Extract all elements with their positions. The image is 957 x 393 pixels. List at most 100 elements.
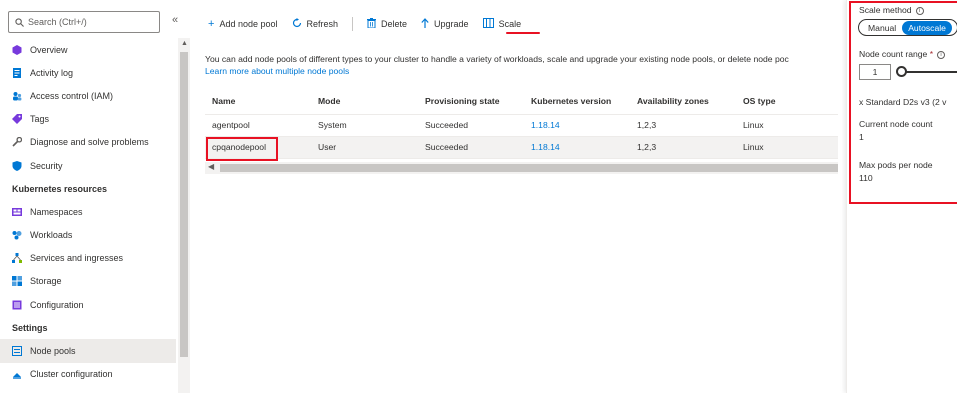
cell-name[interactable]: agentpool	[205, 114, 311, 137]
node-count-slider-handle[interactable]	[896, 66, 907, 77]
column-header-provisioning-state[interactable]: Provisioning state	[418, 88, 524, 115]
scroll-left-icon[interactable]: ◀	[208, 162, 214, 171]
sidebar-item-services[interactable]: Services and ingresses	[0, 247, 176, 270]
search-icon	[15, 17, 24, 27]
services-icon	[12, 253, 22, 264]
table-header-row: Name Mode Provisioning state Kubernetes …	[205, 88, 838, 115]
sidebar-item-workloads[interactable]: Workloads	[0, 224, 176, 247]
workloads-icon	[12, 230, 22, 240]
sidebar-item-node-pools[interactable]: Node pools	[0, 339, 176, 363]
table-row[interactable]: agentpool System Succeeded 1.18.14 1,2,3…	[205, 114, 838, 137]
namespaces-icon	[12, 207, 22, 217]
column-header-kubernetes-version[interactable]: Kubernetes version	[524, 88, 630, 115]
section-kubernetes-resources: Kubernetes resources	[12, 183, 108, 194]
configuration-icon	[12, 300, 22, 310]
cell-kubernetes-version[interactable]: 1.18.14	[524, 136, 630, 159]
scale-method-manual-option[interactable]: Manual	[862, 21, 902, 35]
info-icon[interactable]: i	[915, 6, 924, 15]
column-header-os-type[interactable]: OS type	[736, 88, 838, 115]
sidebar-item-storage[interactable]: Storage	[0, 270, 176, 293]
scale-annotation-underline	[506, 32, 540, 34]
sidebar-item-label: Activity log	[30, 67, 74, 78]
sidebar-item-namespaces[interactable]: Namespaces	[0, 200, 176, 223]
sidebar-item-diagnose[interactable]: Diagnose and solve problems	[0, 131, 176, 154]
section-settings: Settings	[12, 322, 48, 333]
access-control-icon	[12, 91, 22, 101]
sidebar-item-configuration[interactable]: Configuration	[0, 293, 176, 316]
scale-icon	[482, 18, 494, 30]
sidebar-item-overview[interactable]: Overview	[0, 38, 176, 61]
sidebar-item-label: Diagnose and solve problems	[30, 137, 149, 148]
shield-icon	[12, 160, 22, 171]
overview-icon	[12, 44, 22, 55]
node-pools-table: Name Mode Provisioning state Kubernetes …	[205, 88, 838, 159]
learn-more-link[interactable]: Learn more about multiple node pools	[205, 66, 349, 76]
cell-mode: User	[311, 136, 418, 159]
cluster-configuration-icon	[12, 369, 22, 380]
sidebar-item-label: Services and ingresses	[30, 253, 124, 264]
sidebar-item-label: Tags	[30, 114, 50, 125]
sidebar-item-label: Overview	[30, 44, 68, 55]
tag-icon	[12, 114, 22, 125]
scale-button[interactable]: Scale	[482, 18, 522, 30]
node-count-slider-track[interactable]	[902, 71, 957, 73]
delete-button[interactable]: Delete	[367, 18, 407, 30]
refresh-button[interactable]: Refresh	[292, 18, 339, 30]
scale-method-autoscale-option[interactable]: Autoscale	[902, 20, 952, 35]
sidebar-item-label: Configuration	[30, 299, 84, 310]
sidebar-item-access-control[interactable]: Access control (IAM)	[0, 84, 176, 107]
sidebar-item-label: Namespaces	[30, 206, 83, 217]
upgrade-button[interactable]: Upgrade	[421, 18, 469, 30]
selected-row-annotation-box	[206, 137, 278, 161]
sidebar-item-label: Workloads	[30, 230, 73, 241]
sidebar-item-activity-log[interactable]: Activity log	[0, 61, 176, 84]
sidebar-item-label: Storage	[30, 276, 62, 287]
scale-label: Scale	[498, 19, 522, 29]
refresh-label: Refresh	[306, 19, 339, 29]
page-description: You can add node pools of different type…	[205, 54, 789, 64]
sidebar-item-label: Access control (IAM)	[30, 90, 114, 101]
sidebar-item-label: Security	[30, 160, 63, 171]
cell-kubernetes-version[interactable]: 1.18.14	[524, 114, 630, 137]
column-header-availability-zones[interactable]: Availability zones	[630, 88, 736, 115]
upgrade-label: Upgrade	[434, 19, 469, 29]
sidebar-scrollbar-thumb[interactable]	[180, 52, 188, 357]
toolbar-divider	[352, 17, 354, 31]
activity-log-icon	[12, 67, 22, 78]
scale-method-toggle[interactable]: Manual Autoscale	[858, 19, 957, 36]
node-count-range-label: Node count range * i	[859, 49, 946, 59]
sidebar-nav: Overview Activity log Access control (IA…	[0, 38, 176, 386]
search-input[interactable]	[28, 17, 153, 27]
current-node-count-value: 1	[859, 132, 864, 142]
plus-icon: +	[208, 18, 215, 30]
add-node-pool-button[interactable]: + Add node pool	[208, 18, 278, 30]
column-header-name[interactable]: Name	[205, 88, 311, 115]
add-node-pool-label: Add node pool	[219, 19, 278, 29]
arrow-up-icon	[421, 18, 429, 30]
sidebar-item-label: Cluster configuration	[30, 369, 113, 380]
required-marker: *	[929, 49, 934, 59]
sidebar-item-security[interactable]: Security	[0, 154, 176, 177]
cell-availability-zones: 1,2,3	[630, 114, 736, 137]
sidebar-item-cluster-configuration[interactable]: Cluster configuration	[0, 363, 176, 386]
refresh-icon	[292, 18, 302, 30]
sidebar-item-label: Node pools	[30, 346, 76, 357]
info-icon[interactable]: i	[937, 50, 946, 59]
node-count-min-input[interactable]	[859, 64, 891, 80]
cell-provisioning-state: Succeeded	[418, 136, 524, 159]
cell-provisioning-state: Succeeded	[418, 114, 524, 137]
sidebar: « Overview Activity log Access control (…	[0, 0, 192, 393]
cell-mode: System	[311, 114, 418, 137]
current-node-count-label: Current node count	[859, 119, 933, 129]
max-pods-value: 110	[859, 173, 873, 183]
cell-os-type: Linux	[736, 136, 838, 159]
sidebar-item-tags[interactable]: Tags	[0, 108, 176, 131]
column-header-mode[interactable]: Mode	[311, 88, 418, 115]
table-row[interactable]: cpqanodepool User Succeeded 1.18.14 1,2,…	[205, 136, 838, 159]
table-scrollbar-thumb[interactable]	[220, 164, 838, 172]
collapse-sidebar-button[interactable]: «	[172, 14, 178, 26]
search-box[interactable]	[8, 11, 160, 33]
command-bar: + Add node pool Refresh Delete Upgrade S…	[208, 14, 535, 34]
scroll-up-icon[interactable]: ▲	[181, 40, 188, 47]
max-pods-label: Max pods per node	[859, 160, 933, 170]
